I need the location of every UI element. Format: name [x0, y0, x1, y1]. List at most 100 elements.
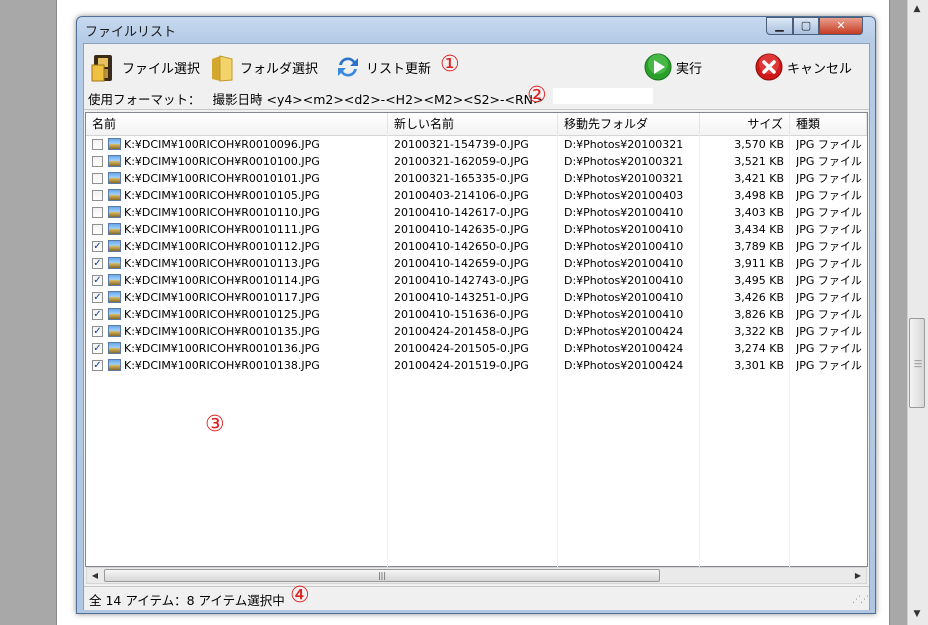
cell-destination: D:¥Photos¥20100424 — [564, 342, 684, 355]
cell-new-name: 20100403-214106-0.JPG — [394, 189, 529, 202]
list-scroll-thumb[interactable]: ||| — [104, 569, 660, 582]
row-checkbox[interactable]: ✓ — [92, 343, 103, 354]
table-row[interactable]: ✓ K:¥DCIM¥100RICOH¥R0010113.JPG 20100410-1… — [86, 255, 867, 272]
column-header-destination[interactable]: 移動先フォルダ — [558, 113, 700, 135]
row-checkbox[interactable]: ✓ — [92, 292, 103, 303]
run-label: 実行 — [676, 61, 703, 77]
cell-type: JPG ファイル — [796, 274, 862, 287]
cell-type: JPG ファイル — [796, 291, 862, 304]
cancel-button[interactable]: キャンセル — [755, 52, 852, 82]
cell-name: K:¥DCIM¥100RICOH¥R0010110.JPG — [124, 206, 320, 219]
table-row[interactable]: ✓ K:¥DCIM¥100RICOH¥R0010117.JPG 20100410-1… — [86, 289, 867, 306]
minimize-button[interactable]: ▁ — [766, 17, 793, 35]
cell-new-name: 20100410-143251-0.JPG — [394, 291, 529, 304]
image-file-icon — [108, 240, 121, 252]
column-header-size[interactable]: サイズ — [700, 113, 790, 135]
row-checkbox[interactable] — [92, 224, 103, 235]
row-checkbox[interactable] — [92, 139, 103, 150]
scroll-right-arrow-icon[interactable]: ▶ — [850, 567, 866, 584]
cell-size: 3,498 KB — [734, 189, 784, 202]
table-row[interactable]: K:¥DCIM¥100RICOH¥R0010110.JPG 20100410-14… — [86, 204, 867, 221]
cell-destination: D:¥Photos¥20100410 — [564, 206, 684, 219]
run-button[interactable]: 実行 — [644, 52, 702, 82]
row-checkbox[interactable] — [92, 173, 103, 184]
cell-type: JPG ファイル — [796, 359, 862, 372]
callout-4: ④ — [290, 583, 310, 608]
table-row[interactable]: ✓ K:¥DCIM¥100RICOH¥R0010136.JPG 20100424-2… — [86, 340, 867, 357]
cell-name: K:¥DCIM¥100RICOH¥R0010101.JPG — [124, 172, 320, 185]
table-row[interactable]: ✓ K:¥DCIM¥100RICOH¥R0010114.JPG 20100410-1… — [86, 272, 867, 289]
column-header-new-name[interactable]: 新しい名前 — [388, 113, 558, 135]
row-checkbox[interactable]: ✓ — [92, 326, 103, 337]
cell-new-name: 20100424-201519-0.JPG — [394, 359, 529, 372]
row-checkbox[interactable]: ✓ — [92, 275, 103, 286]
row-checkbox[interactable]: ✓ — [92, 241, 103, 252]
scroll-down-arrow-icon[interactable]: ▼ — [909, 607, 925, 621]
row-checkbox[interactable]: ✓ — [92, 309, 103, 320]
image-file-icon — [108, 291, 121, 303]
cell-new-name: 20100410-142743-0.JPG — [394, 274, 529, 287]
document-margin-right — [890, 0, 907, 625]
row-checkbox[interactable] — [92, 190, 103, 201]
table-row[interactable]: ✓ K:¥DCIM¥100RICOH¥R0010138.JPG 20100424-2… — [86, 357, 867, 374]
refresh-icon — [334, 53, 362, 81]
row-checkbox[interactable] — [92, 207, 103, 218]
cell-name: K:¥DCIM¥100RICOH¥R0010113.JPG — [124, 257, 320, 270]
cell-name: K:¥DCIM¥100RICOH¥R0010125.JPG — [124, 308, 320, 321]
cell-destination: D:¥Photos¥20100410 — [564, 274, 684, 287]
table-row[interactable]: K:¥DCIM¥100RICOH¥R0010096.JPG 20100321-15… — [86, 136, 867, 153]
table-row[interactable]: K:¥DCIM¥100RICOH¥R0010111.JPG 20100410-14… — [86, 221, 867, 238]
play-icon — [644, 53, 672, 81]
cell-size: 3,301 KB — [734, 359, 784, 372]
file-select-label: ファイル選択 — [122, 61, 201, 77]
column-header-type[interactable]: 種類 — [790, 113, 867, 135]
scroll-left-arrow-icon[interactable]: ◀ — [87, 567, 103, 584]
cell-new-name: 20100410-142650-0.JPG — [394, 240, 529, 253]
cell-name: K:¥DCIM¥100RICOH¥R0010135.JPG — [124, 325, 320, 338]
refresh-list-button[interactable]: リスト更新 — [334, 52, 431, 82]
cell-new-name: 20100424-201458-0.JPG — [394, 325, 529, 338]
row-checkbox[interactable] — [92, 156, 103, 167]
image-file-icon — [108, 325, 121, 337]
image-file-icon — [108, 308, 121, 320]
scroll-up-arrow-icon[interactable]: ▲ — [909, 2, 925, 16]
image-file-icon — [108, 274, 121, 286]
cell-destination: D:¥Photos¥20100321 — [564, 138, 684, 151]
row-checkbox[interactable]: ✓ — [92, 360, 103, 371]
cell-name: K:¥DCIM¥100RICOH¥R0010114.JPG — [124, 274, 320, 287]
table-row[interactable]: K:¥DCIM¥100RICOH¥R0010101.JPG 20100321-16… — [86, 170, 867, 187]
callout-1: ① — [440, 52, 460, 77]
column-header-name[interactable]: 名前 — [86, 113, 388, 135]
cell-destination: D:¥Photos¥20100424 — [564, 359, 684, 372]
cell-type: JPG ファイル — [796, 308, 862, 321]
cancel-label: キャンセル — [787, 61, 853, 77]
table-row[interactable]: K:¥DCIM¥100RICOH¥R0010105.JPG 20100403-21… — [86, 187, 867, 204]
folder-select-button[interactable]: フォルダ選択 — [208, 52, 318, 82]
cell-type: JPG ファイル — [796, 206, 862, 219]
image-file-icon — [108, 257, 121, 269]
cell-size: 3,495 KB — [734, 274, 784, 287]
cell-name: K:¥DCIM¥100RICOH¥R0010111.JPG — [124, 223, 320, 236]
cell-size: 3,521 KB — [734, 155, 784, 168]
close-button[interactable]: ✕ — [819, 17, 863, 35]
table-row[interactable]: ✓ K:¥DCIM¥100RICOH¥R0010112.JPG 20100410-1… — [86, 238, 867, 255]
cell-type: JPG ファイル — [796, 189, 862, 202]
table-row[interactable]: ✓ K:¥DCIM¥100RICOH¥R0010135.JPG 20100424-2… — [86, 323, 867, 340]
resize-grip-icon[interactable]: ⋰⋰ — [852, 595, 869, 605]
folder-select-label: フォルダ選択 — [240, 61, 319, 77]
cell-type: JPG ファイル — [796, 325, 862, 338]
cell-name: K:¥DCIM¥100RICOH¥R0010096.JPG — [124, 138, 320, 151]
image-file-icon — [108, 189, 121, 201]
row-checkbox[interactable]: ✓ — [92, 258, 103, 269]
refresh-list-label: リスト更新 — [366, 61, 432, 77]
image-file-icon — [108, 138, 121, 150]
table-row[interactable]: ✓ K:¥DCIM¥100RICOH¥R0010125.JPG 20100410-1… — [86, 306, 867, 323]
maximize-button[interactable]: ▢ — [793, 17, 819, 35]
scroll-thumb-grip: — — — — [914, 356, 922, 371]
cell-type: JPG ファイル — [796, 172, 862, 185]
callout-3: ③ — [205, 412, 225, 437]
file-select-button[interactable]: ファイル選択 — [90, 52, 200, 82]
document-vertical-scrollbar[interactable] — [907, 0, 928, 625]
table-row[interactable]: K:¥DCIM¥100RICOH¥R0010100.JPG 20100321-16… — [86, 153, 867, 170]
cell-name: K:¥DCIM¥100RICOH¥R0010105.JPG — [124, 189, 320, 202]
